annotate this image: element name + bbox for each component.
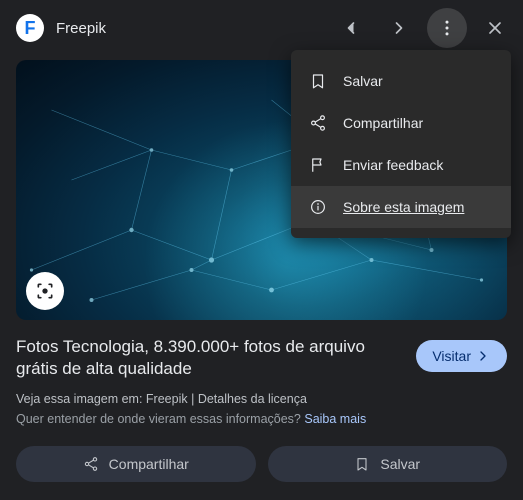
more-options-button[interactable] bbox=[427, 8, 467, 48]
source-sep: | bbox=[188, 392, 198, 406]
options-dropdown: Salvar Compartilhar Enviar feedback Sobr… bbox=[291, 50, 511, 238]
title-row: Fotos Tecnologia, 8.390.000+ fotos de ar… bbox=[16, 336, 507, 380]
dropdown-feedback[interactable]: Enviar feedback bbox=[291, 144, 511, 186]
brand-initial: F bbox=[25, 18, 36, 39]
header-bar: F Freepik bbox=[0, 0, 523, 56]
lens-icon bbox=[35, 281, 55, 301]
close-icon bbox=[485, 18, 505, 38]
visit-button[interactable]: Visitar bbox=[416, 340, 507, 372]
share-label: Compartilhar bbox=[109, 456, 189, 472]
info-question: Quer entender de onde vieram essas infor… bbox=[16, 412, 304, 426]
license-link[interactable]: Detalhes da licença bbox=[198, 392, 307, 406]
action-row: Compartilhar Salvar bbox=[0, 438, 523, 498]
save-button[interactable]: Salvar bbox=[268, 446, 508, 482]
dropdown-about-image[interactable]: Sobre esta imagem bbox=[291, 186, 511, 228]
details-section: Fotos Tecnologia, 8.390.000+ fotos de ar… bbox=[0, 320, 523, 438]
brand-logo: F bbox=[16, 14, 44, 42]
close-button[interactable] bbox=[475, 8, 515, 48]
share-icon bbox=[83, 456, 99, 472]
chevron-right-icon bbox=[475, 348, 491, 364]
dropdown-save-label: Salvar bbox=[343, 73, 383, 89]
lens-search-button[interactable] bbox=[26, 272, 64, 310]
more-vertical-icon bbox=[437, 18, 457, 38]
visit-label: Visitar bbox=[432, 348, 471, 364]
prev-button[interactable] bbox=[331, 8, 371, 48]
chevron-left-icon bbox=[341, 18, 361, 38]
flag-icon bbox=[309, 156, 327, 174]
dropdown-share[interactable]: Compartilhar bbox=[291, 102, 511, 144]
info-clock-icon bbox=[309, 198, 327, 216]
dropdown-feedback-label: Enviar feedback bbox=[343, 157, 443, 173]
bookmark-icon bbox=[354, 456, 370, 472]
image-title[interactable]: Fotos Tecnologia, 8.390.000+ fotos de ar… bbox=[16, 336, 404, 380]
next-button[interactable] bbox=[379, 8, 419, 48]
info-line: Quer entender de onde vieram essas infor… bbox=[16, 412, 507, 426]
source-line: Veja essa imagem em: Freepik | Detalhes … bbox=[16, 392, 507, 406]
dropdown-save[interactable]: Salvar bbox=[291, 60, 511, 102]
source-prefix: Veja essa imagem em: bbox=[16, 392, 146, 406]
share-icon bbox=[309, 114, 327, 132]
dropdown-share-label: Compartilhar bbox=[343, 115, 423, 131]
save-label: Salvar bbox=[380, 456, 420, 472]
source-link[interactable]: Freepik bbox=[146, 392, 188, 406]
brand-name: Freepik bbox=[56, 20, 106, 37]
learn-more-link[interactable]: Saiba mais bbox=[304, 412, 366, 426]
dropdown-about-label: Sobre esta imagem bbox=[343, 199, 464, 215]
share-button[interactable]: Compartilhar bbox=[16, 446, 256, 482]
source-brand[interactable]: F Freepik bbox=[16, 14, 323, 42]
chevron-right-icon bbox=[389, 18, 409, 38]
bookmark-icon bbox=[309, 72, 327, 90]
